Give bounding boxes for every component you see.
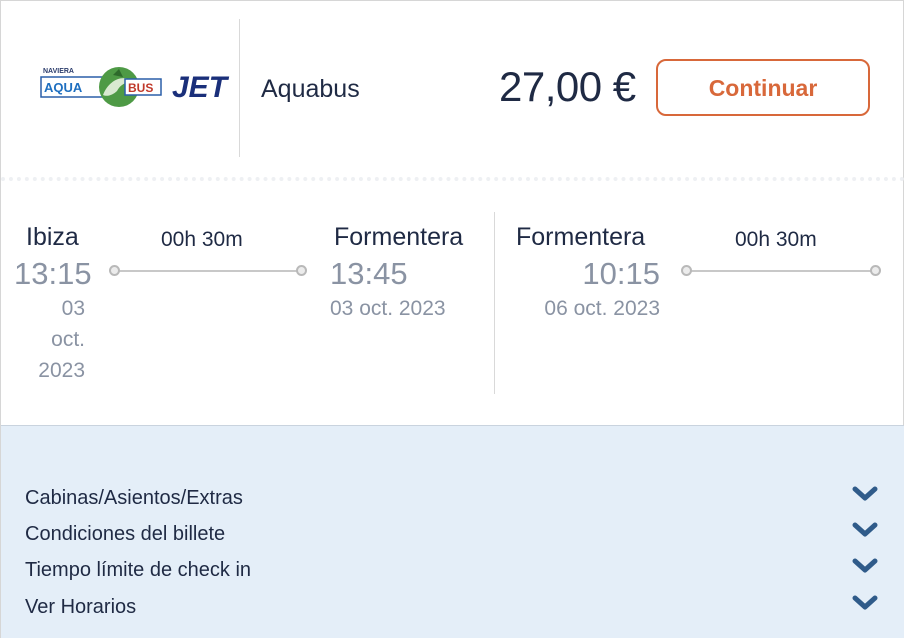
outbound-origin-date-year: 2023: [38, 359, 85, 382]
header-divider: [239, 19, 240, 157]
outbound-origin-date-month: oct.: [51, 328, 85, 351]
chevron-down-icon[interactable]: [852, 521, 878, 539]
dotted-separator: [1, 177, 904, 181]
price: 27,00 €: [499, 63, 636, 110]
chevron-down-icon[interactable]: [852, 557, 878, 575]
return-origin-date: 06 oct. 2023: [544, 297, 660, 320]
return-start-node: [681, 265, 692, 276]
return-duration: 00h 30m: [735, 228, 817, 251]
option-label: Cabinas/Asientos/Extras: [25, 487, 243, 509]
option-label: Ver Horarios: [25, 596, 137, 618]
operator-name: Aquabus: [261, 75, 360, 103]
continue-button[interactable]: Continuar: [656, 59, 870, 116]
outbound-duration: 00h 30m: [161, 228, 243, 251]
option-view-schedules[interactable]: Ver Horarios: [1, 590, 904, 624]
aquabus-jet-logo: NAVIERA AQUA BUS JET: [40, 67, 230, 107]
return-route-line: [687, 270, 877, 272]
svg-text:JET: JET: [172, 71, 230, 104]
chevron-down-icon[interactable]: [852, 594, 878, 612]
outbound-origin-time: 13:15: [14, 256, 92, 291]
option-checkin-time-limit[interactable]: Tiempo límite de check in: [1, 553, 904, 587]
outbound-origin-date-day: 03: [61, 297, 85, 320]
option-label: Condiciones del billete: [25, 523, 226, 545]
return-origin-time: 10:15: [582, 256, 660, 291]
svg-text:BUS: BUS: [128, 81, 153, 95]
outbound-end-node: [296, 265, 307, 276]
svg-text:NAVIERA: NAVIERA: [43, 68, 74, 75]
option-label: Tiempo límite de check in: [25, 559, 252, 581]
svg-text:AQUA: AQUA: [44, 80, 83, 95]
outbound-start-node: [109, 265, 120, 276]
legs-divider: [494, 212, 495, 394]
outbound-dest-city: Formentera: [334, 223, 464, 251]
ferry-result-card: NAVIERA AQUA BUS JET Aquabus 27,00 € Con…: [0, 0, 904, 638]
return-origin-city: Formentera: [516, 223, 646, 251]
return-end-node: [870, 265, 881, 276]
option-ticket-conditions[interactable]: Condiciones del billete: [1, 517, 904, 551]
chevron-down-icon[interactable]: [852, 485, 878, 503]
outbound-dest-time: 13:45: [330, 256, 408, 291]
outbound-dest-date: 03 oct. 2023: [330, 297, 446, 320]
outbound-origin-city: Ibiza: [26, 223, 79, 251]
options-panel: Cabinas/Asientos/Extras Condiciones del …: [1, 425, 904, 638]
outbound-route-line: [115, 270, 303, 272]
option-cabins-seats-extras[interactable]: Cabinas/Asientos/Extras: [1, 481, 904, 515]
